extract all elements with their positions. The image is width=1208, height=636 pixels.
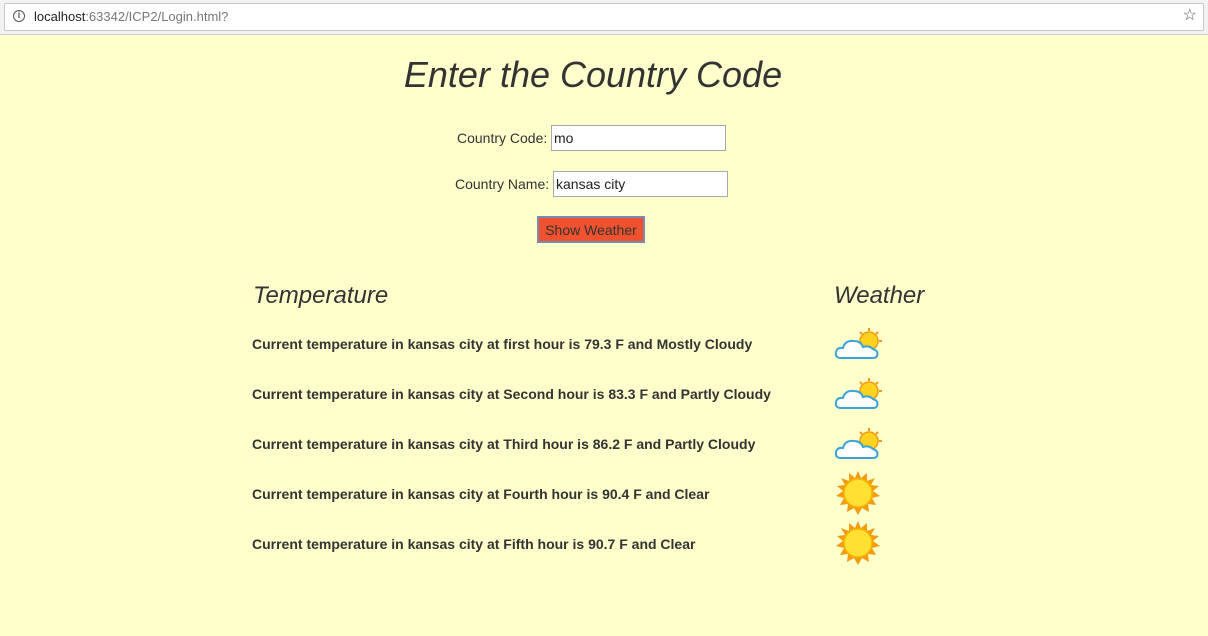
show-weather-button[interactable]: Show Weather: [537, 216, 645, 243]
page-title: Enter the Country Code: [403, 54, 783, 95]
result-row-3: Current temperature in kansas city at Th…: [252, 436, 756, 452]
country-code-input[interactable]: [551, 125, 726, 151]
sun-icon: [836, 471, 880, 515]
info-icon[interactable]: i: [13, 10, 25, 22]
bookmark-star-icon[interactable]: ☆: [1183, 7, 1197, 25]
sun-icon: [836, 521, 880, 565]
country-code-label: Country Code:: [457, 130, 548, 146]
result-row-4: Current temperature in kansas city at Fo…: [252, 486, 710, 502]
partly-cloudy-icon: [834, 378, 882, 409]
browser-address-bar: i localhost:63342/ICP2/Login.html? ☆: [0, 0, 1208, 35]
url-host: localhost: [34, 9, 86, 24]
country-name-label: Country Name:: [455, 176, 550, 192]
result-row-1: Current temperature in kansas city at fi…: [252, 336, 753, 352]
url-text: localhost:63342/ICP2/Login.html?: [34, 9, 228, 24]
result-row-2: Current temperature in kansas city at Se…: [252, 386, 771, 402]
url-path: :63342/ICP2/Login.html?: [85, 9, 229, 24]
partly-cloudy-icon: [834, 428, 882, 459]
partly-cloudy-icon: [834, 328, 882, 359]
temperature-heading: Temperature: [253, 282, 389, 309]
weather-heading: Weather: [834, 282, 925, 309]
url-field[interactable]: i localhost:63342/ICP2/Login.html? ☆: [4, 3, 1204, 31]
country-name-input[interactable]: [553, 171, 728, 197]
result-row-5: Current temperature in kansas city at Fi…: [252, 536, 696, 552]
